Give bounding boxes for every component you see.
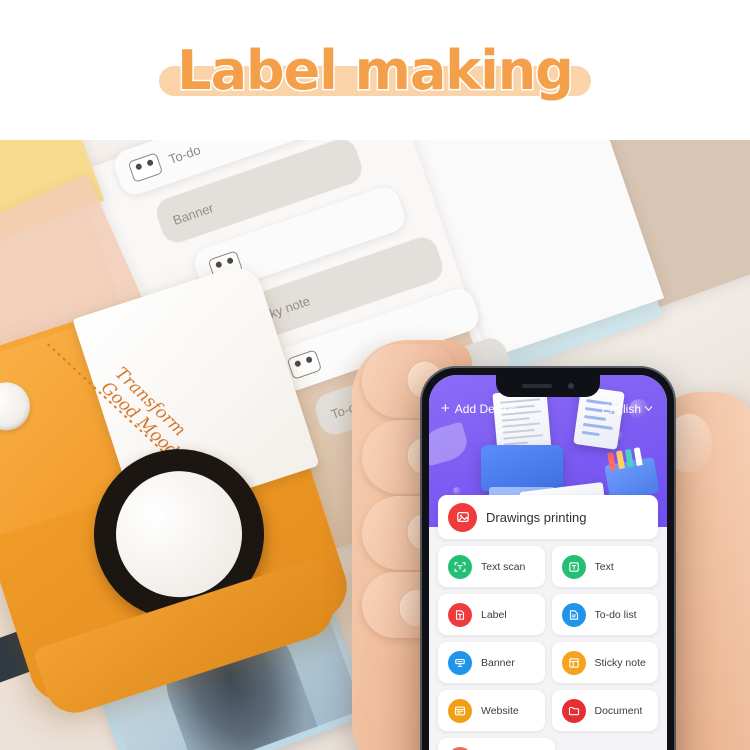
plus-icon: + xyxy=(441,400,450,417)
feature-label: Banner xyxy=(481,656,515,669)
page-header-banner: Label making xyxy=(0,0,750,140)
feature-row: Website Document xyxy=(438,690,658,731)
phone-screen: + Add Device English Drawings printing T… xyxy=(429,375,667,750)
feature-label: Text scan xyxy=(481,560,526,573)
feature-card-to-do-list[interactable]: To-do list xyxy=(551,594,658,635)
feature-card-notes[interactable]: Notes xyxy=(438,738,555,750)
text-box-icon xyxy=(561,554,586,579)
document-list-icon xyxy=(561,602,586,627)
text-scan-icon xyxy=(448,554,472,579)
feature-card-document[interactable]: Document xyxy=(551,690,658,731)
illustration-printer xyxy=(481,445,563,500)
feature-card-website[interactable]: Website xyxy=(438,690,545,731)
language-selector[interactable]: English xyxy=(602,402,653,416)
grid-spacer xyxy=(562,738,659,750)
add-device-button[interactable]: + Add Device xyxy=(441,401,516,416)
decorative-swoosh xyxy=(429,421,471,467)
feature-card-text[interactable]: Text xyxy=(551,546,658,587)
feature-label: Website xyxy=(481,704,519,717)
feature-label: To-do list xyxy=(594,608,637,621)
feature-row: Text scan Text xyxy=(438,546,658,587)
language-label: English xyxy=(601,401,641,416)
feature-card-drawings-printing[interactable]: Drawings printing xyxy=(438,495,658,539)
feature-row: Banner Sticky note xyxy=(438,642,658,683)
notes-add-icon xyxy=(448,746,472,750)
smartphone: + Add Device English Drawings printing T… xyxy=(422,368,674,750)
feature-label: Sticky note xyxy=(594,656,646,669)
folder-icon xyxy=(561,698,586,723)
feature-label: Document xyxy=(594,704,643,717)
feature-card-text-scan[interactable]: Text scan xyxy=(438,546,545,587)
chevron-down-icon xyxy=(644,406,653,412)
feature-row: Notes xyxy=(438,738,658,750)
label-tag-icon xyxy=(448,602,472,627)
desk-chip-label: To-do xyxy=(166,141,203,167)
product-photo-scene: To-do Banner Sticky note To-do Transform… xyxy=(0,140,750,750)
feature-label: Drawings printing xyxy=(486,509,587,525)
title-wrapper: Label making xyxy=(159,37,591,103)
page-title: Label making xyxy=(176,37,576,103)
speaker-icon xyxy=(522,384,552,388)
phone-notch xyxy=(496,375,600,397)
decorative-sphere xyxy=(453,487,461,495)
feature-row: Label To-do list xyxy=(438,594,658,635)
feature-grid: Drawings printing Text scan Text Label T… xyxy=(429,495,667,750)
feature-card-banner[interactable]: Banner xyxy=(438,642,545,683)
sticky-note-icon xyxy=(561,650,586,675)
dial-ring xyxy=(146,501,212,567)
image-picture-icon xyxy=(448,502,477,532)
desk-chip-label: Banner xyxy=(170,199,216,228)
feature-label: Label xyxy=(481,608,507,621)
feature-label: Text xyxy=(594,560,614,573)
feature-card-sticky-note[interactable]: Sticky note xyxy=(551,642,658,683)
banner-sign-icon xyxy=(448,650,472,675)
bear-sticker-icon xyxy=(286,349,323,380)
feature-card-label[interactable]: Label xyxy=(438,594,545,635)
browser-window-icon xyxy=(448,698,472,723)
front-camera-icon xyxy=(568,383,574,389)
panda-sticker-icon xyxy=(127,152,164,183)
add-device-label: Add Device xyxy=(454,401,517,416)
